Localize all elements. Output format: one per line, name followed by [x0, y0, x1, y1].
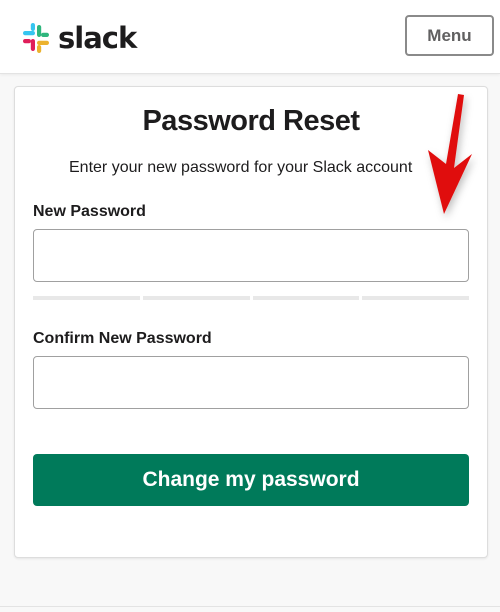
strength-segment: [252, 296, 360, 300]
strength-segment: [33, 296, 140, 300]
confirm-password-field[interactable]: [33, 356, 469, 409]
strength-segment: [142, 296, 250, 300]
new-password-field[interactable]: [33, 229, 469, 282]
menu-button[interactable]: Menu: [405, 15, 494, 56]
red-arrow-icon: [428, 94, 472, 214]
brand-wordmark: slack: [58, 21, 137, 55]
password-strength-meter: [33, 296, 469, 300]
footer-divider: [0, 606, 500, 607]
top-navigation-bar: slack Menu: [0, 0, 500, 74]
change-password-button[interactable]: Change my password: [33, 454, 469, 506]
slack-hash-logo-icon: [23, 23, 49, 53]
confirm-password-label: Confirm New Password: [33, 330, 212, 347]
slack-logo[interactable]: slack: [20, 21, 137, 55]
strength-segment: [362, 296, 469, 300]
new-password-label: New Password: [33, 203, 146, 220]
instructions-text: Enter your new password for your Slack a…: [69, 159, 413, 176]
